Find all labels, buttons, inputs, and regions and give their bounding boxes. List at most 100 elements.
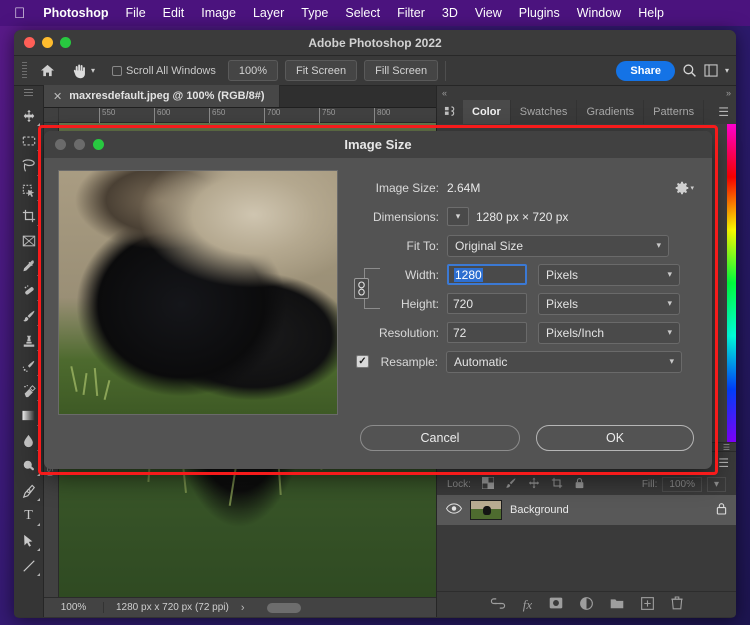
- history-brush-tool[interactable]: [16, 353, 42, 378]
- workspace-icon[interactable]: [704, 64, 718, 77]
- marquee-tool[interactable]: [16, 128, 42, 153]
- search-icon[interactable]: [682, 63, 697, 78]
- zoom-level-button[interactable]: 100%: [227, 60, 279, 81]
- status-zoom-level[interactable]: 100%: [44, 602, 104, 613]
- tools-panel-grip[interactable]: [24, 89, 33, 98]
- fill-screen-button[interactable]: Fill Screen: [364, 60, 439, 81]
- resample-select[interactable]: Automatic ▾: [446, 350, 682, 373]
- layer-styles-fx-icon[interactable]: fx: [523, 597, 532, 613]
- menu-item-3d[interactable]: 3D: [442, 6, 458, 20]
- quick-selection-tool[interactable]: [16, 178, 42, 203]
- blur-tool[interactable]: [16, 428, 42, 453]
- menu-item-filter[interactable]: Filter: [397, 6, 425, 20]
- move-tool[interactable]: [16, 103, 42, 128]
- brush-lock-icon[interactable]: [505, 477, 517, 492]
- collapse-right-icon[interactable]: »: [726, 88, 731, 98]
- brush-tool[interactable]: [16, 303, 42, 328]
- artboard-lock-icon[interactable]: [551, 477, 563, 492]
- options-bar-grip[interactable]: [21, 61, 28, 80]
- fill-value[interactable]: 100%: [662, 476, 702, 492]
- width-row: Width: 1280 Pixels ▾: [382, 260, 698, 289]
- resolution-unit-select[interactable]: Pixels/Inch ▾: [538, 321, 680, 344]
- clone-stamp-tool[interactable]: [16, 328, 42, 353]
- line-tool[interactable]: [16, 553, 42, 578]
- frame-tool[interactable]: [16, 228, 42, 253]
- panel-menu-icon[interactable]: ☰: [711, 100, 736, 124]
- status-scrollbar[interactable]: [266, 602, 301, 613]
- transparency-lock-icon[interactable]: [481, 476, 495, 492]
- width-unit-select[interactable]: Pixels ▾: [538, 263, 680, 286]
- fit-to-select[interactable]: Original Size ▾: [447, 234, 669, 257]
- height-input[interactable]: 720: [447, 293, 527, 315]
- menu-item-help[interactable]: Help: [638, 6, 664, 20]
- tab-patterns[interactable]: Patterns: [644, 100, 705, 124]
- width-input[interactable]: 1280: [447, 264, 527, 286]
- adjustment-layer-icon[interactable]: [580, 596, 594, 613]
- panel-rail-grip[interactable]: [437, 100, 463, 124]
- collapse-left-icon[interactable]: «: [442, 88, 447, 98]
- close-icon[interactable]: ✕: [53, 90, 62, 103]
- resample-checkbox[interactable]: ✓: [356, 355, 369, 369]
- menu-item-photoshop[interactable]: Photoshop: [43, 6, 108, 20]
- dimensions-chevron-down-icon[interactable]: ▾: [447, 207, 469, 227]
- scroll-all-windows-checkbox[interactable]: Scroll All Windows: [107, 61, 221, 81]
- menu-item-image[interactable]: Image: [201, 6, 236, 20]
- document-tab[interactable]: ✕ maxresdefault.jpeg @ 100% (RGB/8#): [44, 85, 280, 107]
- tab-swatches[interactable]: Swatches: [511, 100, 578, 124]
- tab-color[interactable]: Color: [463, 100, 511, 124]
- healing-brush-tool[interactable]: [16, 278, 42, 303]
- lasso-tool[interactable]: [16, 153, 42, 178]
- menu-item-edit[interactable]: Edit: [163, 6, 185, 20]
- eyedropper-tool[interactable]: [16, 253, 42, 278]
- table-row[interactable]: Background: [437, 495, 736, 525]
- lock-all-icon[interactable]: [574, 477, 585, 492]
- dodge-tool[interactable]: [16, 453, 42, 478]
- ok-button[interactable]: OK: [536, 425, 694, 452]
- window-close-button[interactable]: [24, 37, 35, 48]
- tab-gradients[interactable]: Gradients: [577, 100, 645, 124]
- menu-item-file[interactable]: File: [126, 6, 146, 20]
- share-button[interactable]: Share: [616, 60, 675, 81]
- gear-icon[interactable]: ▾: [675, 181, 698, 195]
- apple-icon[interactable]: : [14, 6, 25, 21]
- status-bar: 100% 1280 px x 720 px (72 ppi) ›: [44, 597, 436, 617]
- link-layers-icon[interactable]: [490, 597, 506, 612]
- window-zoom-button[interactable]: [60, 37, 71, 48]
- layer-locked-icon[interactable]: [716, 502, 727, 518]
- resolution-input[interactable]: 72: [447, 322, 527, 344]
- options-bar: ▾ Scroll All Windows 100% Fit Screen Fil…: [14, 56, 736, 86]
- image-preview[interactable]: [58, 170, 338, 416]
- gear-chevron-icon[interactable]: ▾: [690, 184, 694, 192]
- new-layer-icon[interactable]: [641, 596, 655, 613]
- menu-item-type[interactable]: Type: [301, 6, 328, 20]
- color-spectrum-strip[interactable]: [727, 124, 736, 442]
- chevron-right-icon[interactable]: ›: [241, 602, 245, 614]
- position-lock-icon[interactable]: [528, 477, 540, 492]
- home-icon[interactable]: [35, 61, 60, 81]
- pen-tool[interactable]: [16, 478, 42, 503]
- workspace-chevron-icon[interactable]: ▾: [725, 66, 729, 75]
- crop-tool[interactable]: [16, 203, 42, 228]
- menu-item-layer[interactable]: Layer: [253, 6, 284, 20]
- cancel-button[interactable]: Cancel: [360, 425, 520, 452]
- window-minimize-button[interactable]: [42, 37, 53, 48]
- menu-item-view[interactable]: View: [475, 6, 502, 20]
- delete-layer-icon[interactable]: [671, 596, 683, 613]
- type-tool[interactable]: T: [16, 503, 42, 528]
- eraser-tool[interactable]: [16, 378, 42, 403]
- path-selection-tool[interactable]: [16, 528, 42, 553]
- layer-mask-icon[interactable]: [549, 597, 563, 612]
- fit-screen-button[interactable]: Fit Screen: [285, 60, 358, 81]
- layers-panel-menu-icon[interactable]: ☰: [711, 456, 736, 470]
- chain-link-icon[interactable]: [354, 278, 369, 300]
- new-group-icon[interactable]: [610, 597, 624, 612]
- fill-chevron-icon[interactable]: ▾: [706, 476, 726, 492]
- constrain-proportions-control[interactable]: [352, 260, 382, 318]
- height-unit-select[interactable]: Pixels ▾: [538, 292, 680, 315]
- layer-visibility-eye-icon[interactable]: [446, 503, 462, 517]
- menu-item-plugins[interactable]: Plugins: [519, 6, 560, 20]
- menu-item-select[interactable]: Select: [345, 6, 380, 20]
- menu-item-window[interactable]: Window: [577, 6, 621, 20]
- hand-tool-icon[interactable]: ▾: [67, 61, 100, 81]
- gradient-tool[interactable]: [16, 403, 42, 428]
